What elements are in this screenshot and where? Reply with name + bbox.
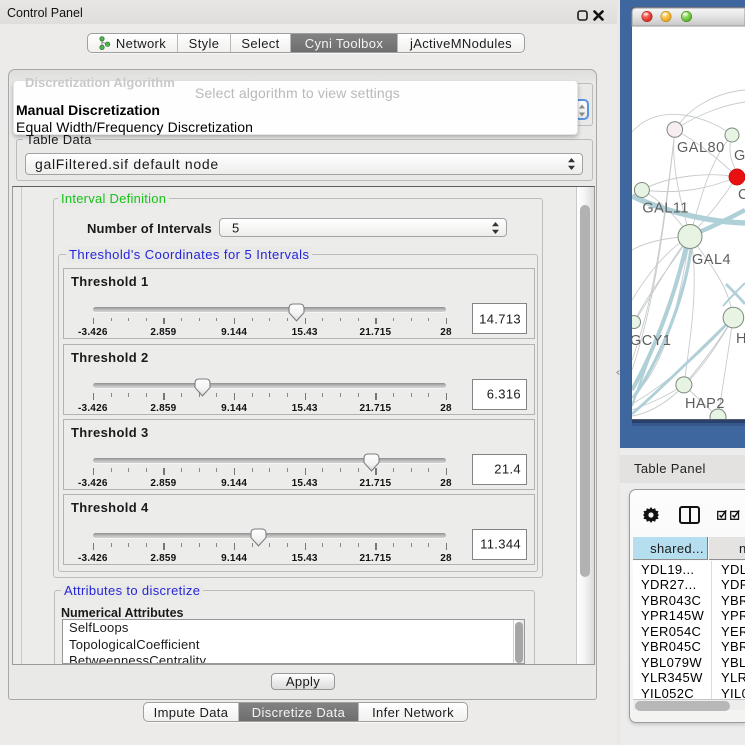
- svg-text:GA: GA: [734, 148, 745, 164]
- svg-text:GAL11: GAL11: [642, 201, 689, 217]
- svg-text:HAP2: HAP2: [685, 396, 725, 412]
- svg-text:H: H: [736, 331, 745, 347]
- svg-text:GCY1: GCY1: [630, 333, 672, 349]
- svg-text:GAL80: GAL80: [677, 140, 725, 156]
- svg-text:C: C: [738, 187, 745, 203]
- svg-text:GAL4: GAL4: [692, 252, 731, 268]
